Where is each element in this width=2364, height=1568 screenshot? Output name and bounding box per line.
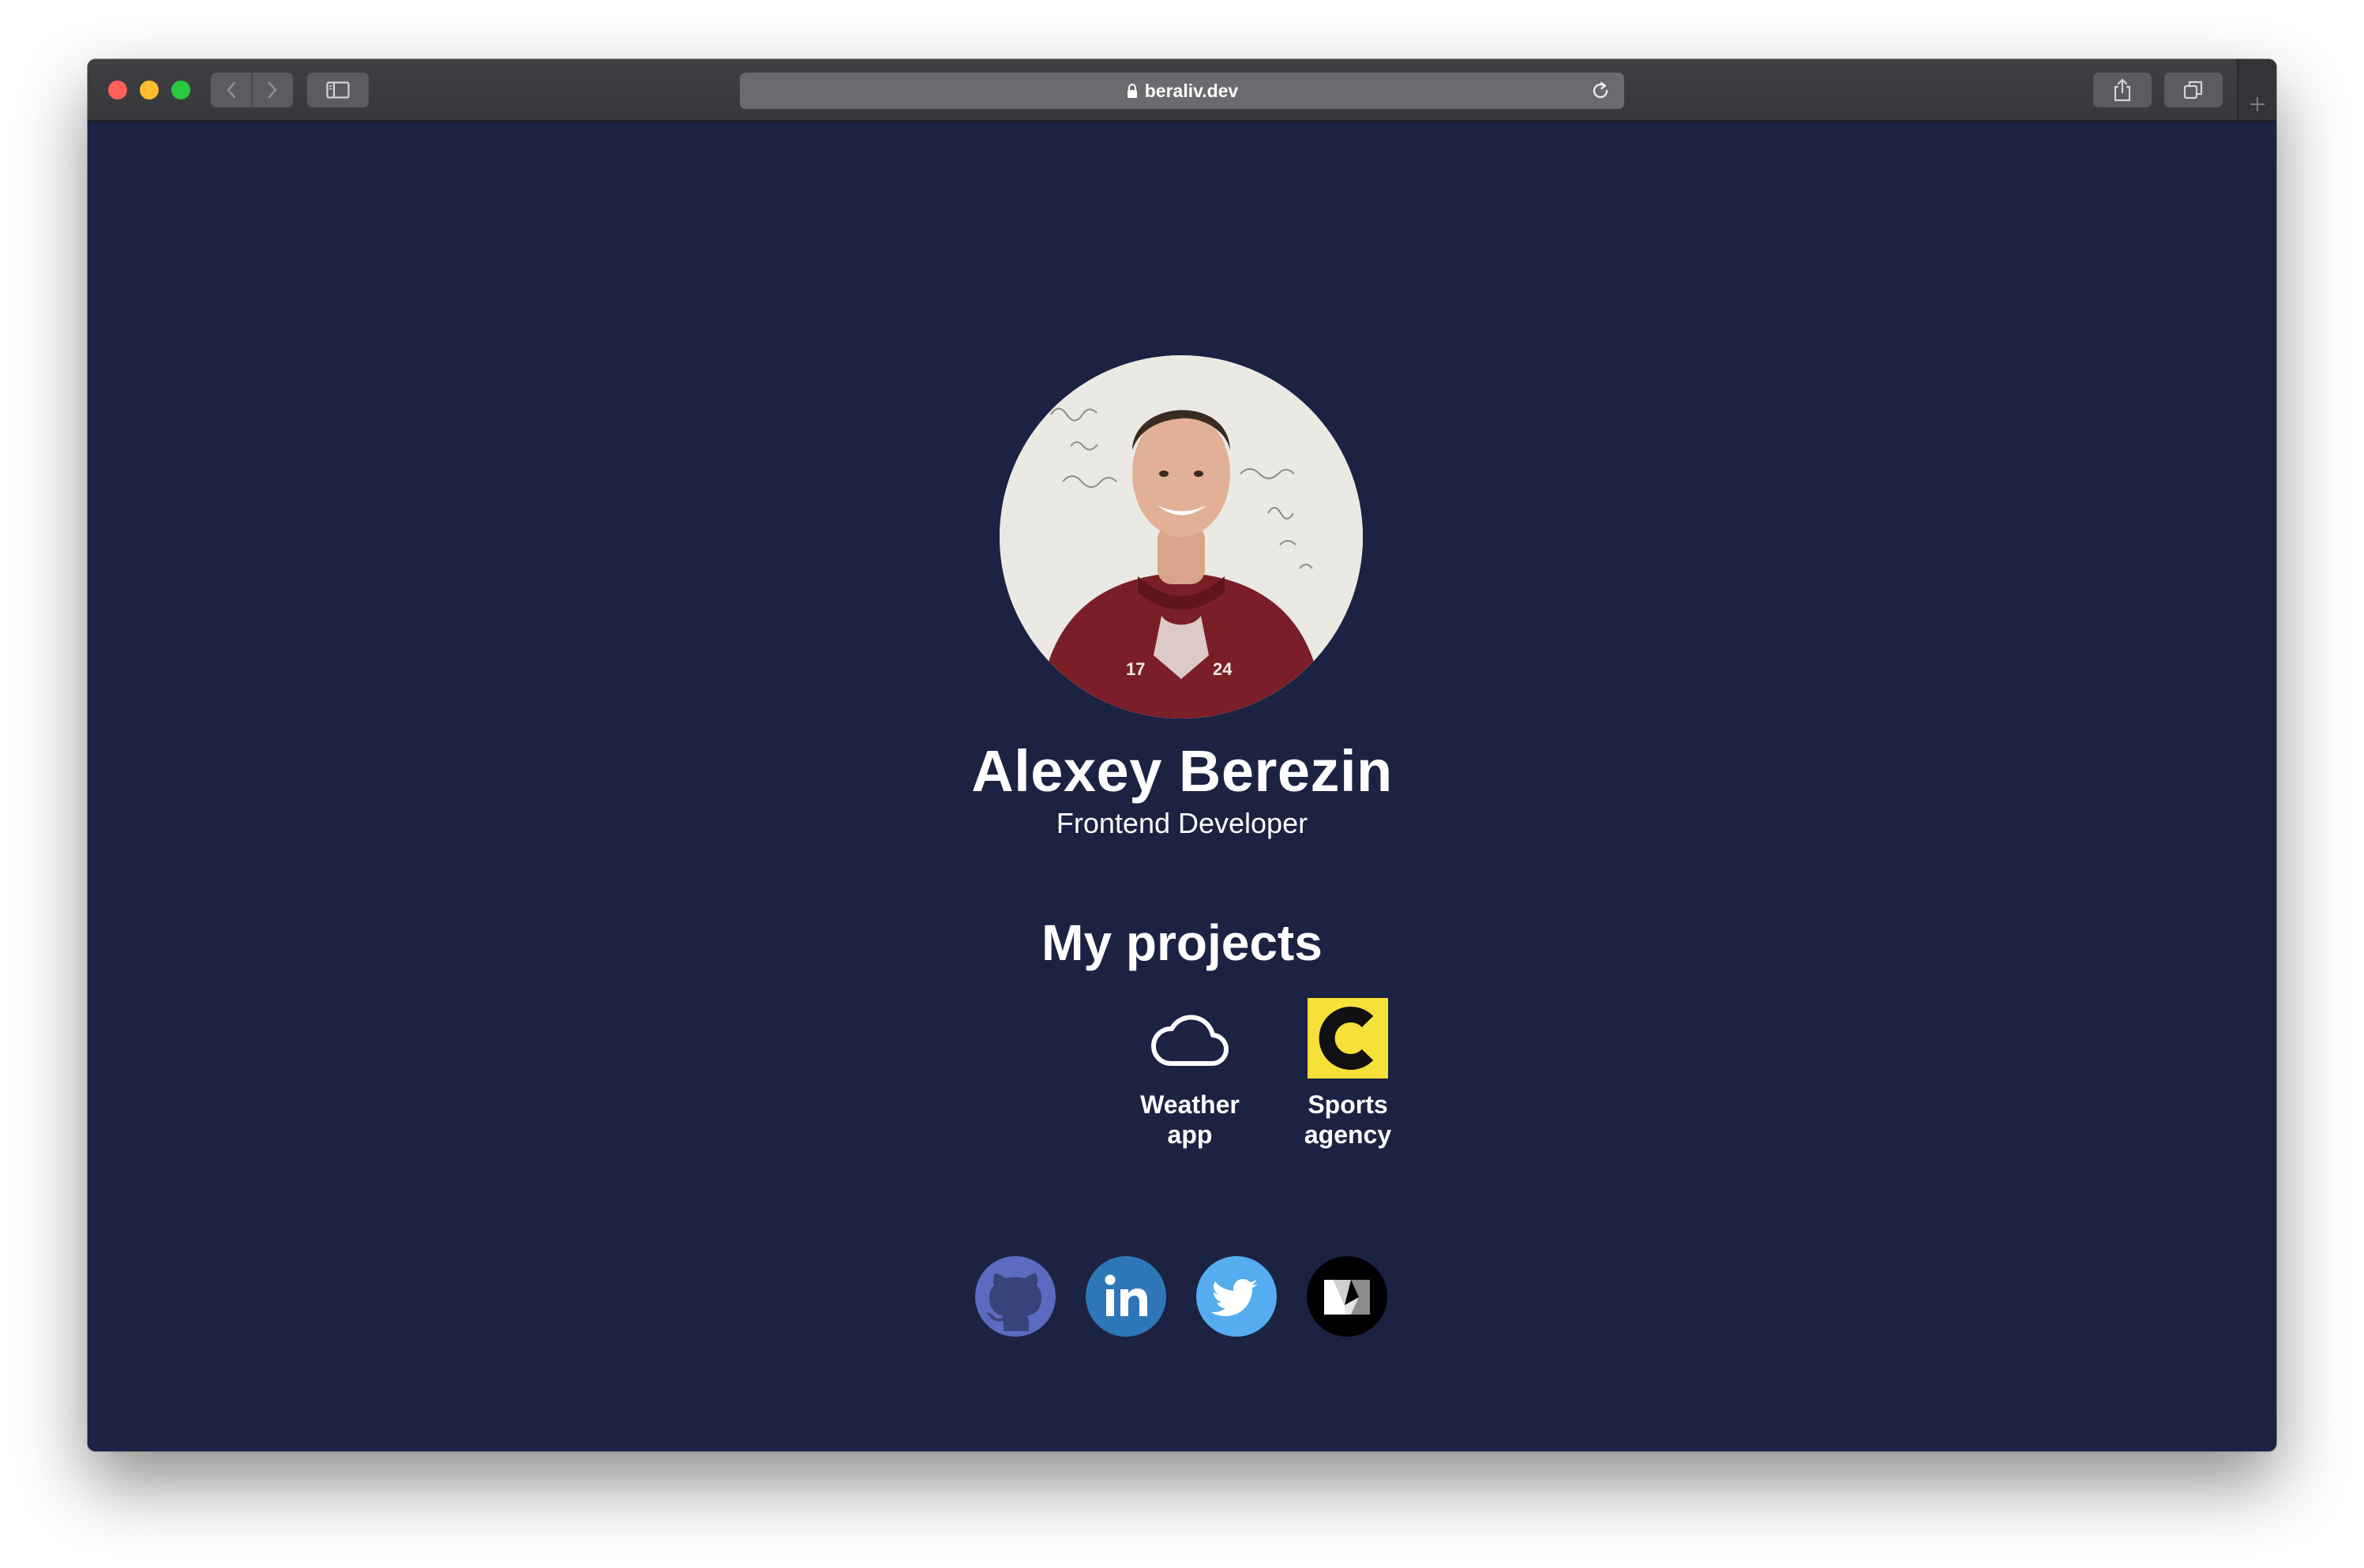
- project-label-line2: app: [1167, 1120, 1213, 1149]
- navigation-buttons: [211, 73, 293, 107]
- tabs-overview-icon: [2183, 81, 2203, 99]
- chevron-right-icon: [268, 81, 277, 99]
- chevron-left-icon: [227, 81, 235, 99]
- tabs-overview-button[interactable]: [2164, 73, 2223, 107]
- twitter-link[interactable]: [1196, 1256, 1277, 1337]
- github-link[interactable]: [975, 1256, 1056, 1337]
- profile-name: Alexey Berezin: [971, 738, 1393, 804]
- profile-role: Frontend Developer: [1056, 807, 1308, 839]
- project-label-line1: Sports: [1308, 1090, 1388, 1119]
- share-icon: [2114, 78, 2131, 102]
- profile-photo: 17 24: [1000, 355, 1363, 718]
- project-sports-agency[interactable]: Sports agency: [1285, 998, 1411, 1150]
- github-icon: [986, 1274, 1041, 1331]
- url-text: beraliv.dev: [1144, 80, 1239, 101]
- forward-button[interactable]: [253, 73, 293, 107]
- browser-window: beraliv.dev 17 24 Alexey Berezin Fronten…: [88, 59, 2276, 1451]
- minimize-window-button[interactable]: [140, 81, 159, 99]
- close-window-button[interactable]: [108, 81, 127, 99]
- browser-toolbar: beraliv.dev: [88, 59, 2276, 122]
- sidebar-toggle-button[interactable]: [307, 73, 369, 107]
- plus-icon: [2250, 97, 2265, 111]
- medium-link[interactable]: [1307, 1256, 1387, 1337]
- linkedin-icon: [1105, 1274, 1147, 1316]
- zoom-window-button[interactable]: [171, 81, 190, 99]
- twitter-icon: [1211, 1279, 1258, 1316]
- medium-icon: [1324, 1280, 1370, 1315]
- svg-text:24: 24: [1213, 659, 1233, 679]
- address-bar[interactable]: beraliv.dev: [740, 73, 1624, 109]
- sidebar-icon: [326, 81, 350, 99]
- project-label-line2: agency: [1304, 1120, 1392, 1149]
- svg-text:17: 17: [1126, 659, 1145, 679]
- linkedin-link[interactable]: [1086, 1256, 1166, 1337]
- project-weather-app[interactable]: Weather app: [1127, 998, 1253, 1150]
- avatar: 17 24: [1000, 355, 1363, 718]
- projects-heading: My projects: [1041, 914, 1323, 971]
- share-button[interactable]: [2093, 73, 2152, 107]
- sports-agency-logo-icon: [1308, 998, 1388, 1078]
- cloud-icon: [1150, 998, 1230, 1078]
- project-label-line1: Weather: [1140, 1090, 1240, 1119]
- back-button[interactable]: [211, 73, 251, 107]
- page-content: 17 24 Alexey Berezin Frontend Developer …: [88, 122, 2276, 1451]
- lock-icon: [1126, 83, 1139, 99]
- new-tab-button[interactable]: [2237, 59, 2276, 120]
- reload-icon[interactable]: [1589, 80, 1612, 102]
